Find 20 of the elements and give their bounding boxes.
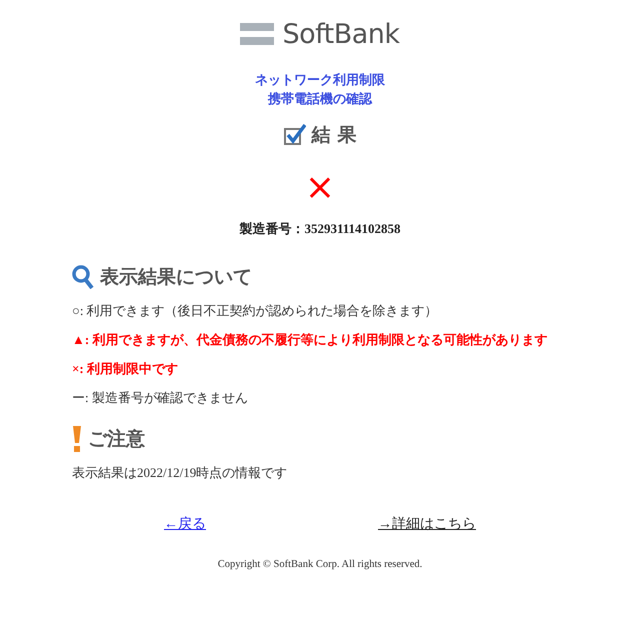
logo-bars-icon	[240, 21, 274, 47]
search-icon	[72, 265, 94, 289]
section-heading: 結 果	[312, 123, 356, 148]
section-heading: ご注意	[88, 427, 145, 452]
nav-link[interactable]: ←戻る	[164, 515, 206, 533]
legend-item: ×: 利用制限中です	[72, 360, 178, 378]
legend-item: ー: 製造番号が確認できません	[72, 389, 248, 407]
checkbox-icon	[284, 124, 306, 146]
logo-text: SoftBank	[282, 18, 400, 50]
legend-item: ▲: 利用できますが、代金債務の不履行等により利用制限となる可能性があります	[72, 331, 548, 349]
result-mark: ×	[304, 170, 336, 206]
section-heading: 表示結果について	[100, 265, 252, 290]
copyright-text: Copyright © SoftBank Corp. All rights reserved.	[218, 559, 422, 570]
legend-item: ○: 利用できます（後日不正契約が認められた場合を除きます）	[72, 302, 438, 320]
exclamation-icon	[72, 426, 82, 452]
page-title: ネットワーク利用制限	[255, 71, 385, 89]
serial-number: 製造番号：352931114102858	[239, 220, 401, 238]
notice-text: 表示結果は2022/12/19時点の情報です	[72, 464, 288, 482]
page-title: 携帯電話機の確認	[268, 90, 372, 108]
nav-link[interactable]: →詳細はこちら	[378, 515, 476, 533]
